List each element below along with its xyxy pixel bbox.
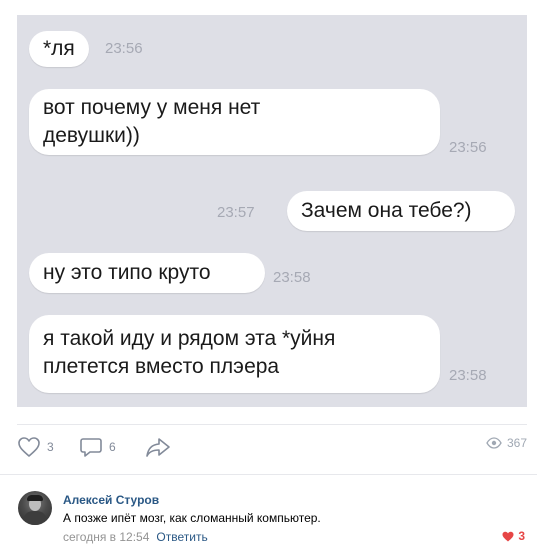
message-time: 23:56 [105,40,143,57]
share-icon [146,438,170,457]
divider [17,424,527,425]
message-bubble: я такой иду и рядом эта *уйня плетется в… [29,315,440,393]
comment-button[interactable]: 6 [79,436,116,458]
eye-icon [486,437,502,449]
message-time: 23:56 [449,139,487,156]
comment-time[interactable]: сегодня в 12:54 [63,530,149,544]
comment-author-link[interactable]: Алексей Стуров [63,493,159,507]
message-bubble: *ля [29,31,89,67]
message-time: 23:58 [449,367,487,384]
post-actions-bar: 3 6 367 [17,436,527,460]
message-time: 23:57 [217,204,255,221]
comment-text: А позже ипёт мозг, как сломанный компьют… [63,511,321,525]
divider [0,474,537,475]
heart-icon [18,437,40,457]
heart-filled-icon [502,531,514,541]
message-bubble-outgoing: Зачем она тебе?) [287,191,515,231]
comment-icon [80,438,102,457]
views-count: 367 [506,436,527,450]
views-counter: 367 [486,436,527,450]
share-button[interactable] [145,436,171,458]
chat-screenshot-image: *ля 23:56 вот почему у меня нет девушки)… [17,15,527,407]
like-button[interactable]: 3 [17,436,54,458]
like-count: 3 [47,440,54,454]
avatar[interactable] [18,491,52,525]
reply-link[interactable]: Ответить [156,530,207,544]
comment-meta: сегодня в 12:54 Ответить [63,530,208,544]
comment-like-count: 3 [518,529,525,543]
message-bubble: ну это типо круто [29,253,265,293]
message-time: 23:58 [273,269,311,286]
comment-count: 6 [109,440,116,454]
message-bubble: вот почему у меня нет девушки)) [29,89,440,155]
comment-like-button[interactable]: 3 [502,529,525,543]
